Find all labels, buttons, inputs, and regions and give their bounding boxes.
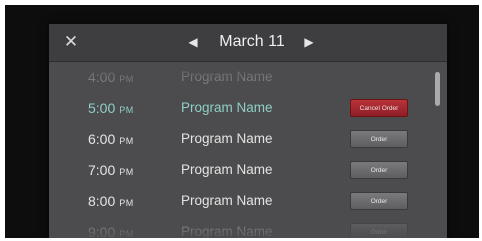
order-button[interactable]: Order (350, 223, 408, 238)
cancel-order-button[interactable]: Cancel Order (350, 99, 408, 117)
program-name: Program Name (181, 193, 273, 208)
time-label: 7:00 PM (88, 162, 134, 178)
time-label: 8:00 PM (88, 193, 134, 209)
time-label: 9:00 PM (88, 224, 134, 238)
next-day-icon[interactable]: ▶ (302, 33, 316, 51)
program-name: Program Name (181, 100, 273, 115)
program-name: Program Name (181, 224, 273, 238)
program-row: 6:00 PM Program Name Order (49, 124, 447, 154)
program-row: 9:00 PM Program Name Order (49, 217, 447, 238)
tv-screen: ✕ ◀ March 11 ▶ 4:00 PM Program Name 5:00 P… (5, 5, 479, 238)
program-list: 4:00 PM Program Name 5:00 PM Program Name … (49, 62, 447, 238)
order-button[interactable]: Order (350, 192, 408, 210)
scrollbar-thumb[interactable] (435, 72, 440, 106)
program-row: 8:00 PM Program Name Order (49, 186, 447, 216)
program-name: Program Name (181, 69, 273, 84)
program-row: 7:00 PM Program Name Order (49, 155, 447, 185)
program-row: 4:00 PM Program Name (49, 62, 447, 92)
close-icon[interactable]: ✕ (61, 31, 81, 53)
dialog-header: ✕ ◀ March 11 ▶ (49, 24, 447, 62)
order-button[interactable]: Order (350, 161, 408, 179)
program-row: 5:00 PM Program Name Cancel Order (49, 93, 447, 123)
date-title: March 11 (219, 33, 285, 50)
order-button[interactable]: Order (350, 130, 408, 148)
time-label: 5:00 PM (88, 100, 134, 116)
time-label: 6:00 PM (88, 131, 134, 147)
program-name: Program Name (181, 162, 273, 177)
program-guide-dialog: ✕ ◀ March 11 ▶ 4:00 PM Program Name 5:00 P… (49, 24, 447, 238)
previous-day-icon[interactable]: ◀ (186, 33, 200, 51)
time-label: 4:00 PM (88, 69, 134, 85)
program-name: Program Name (181, 131, 273, 146)
